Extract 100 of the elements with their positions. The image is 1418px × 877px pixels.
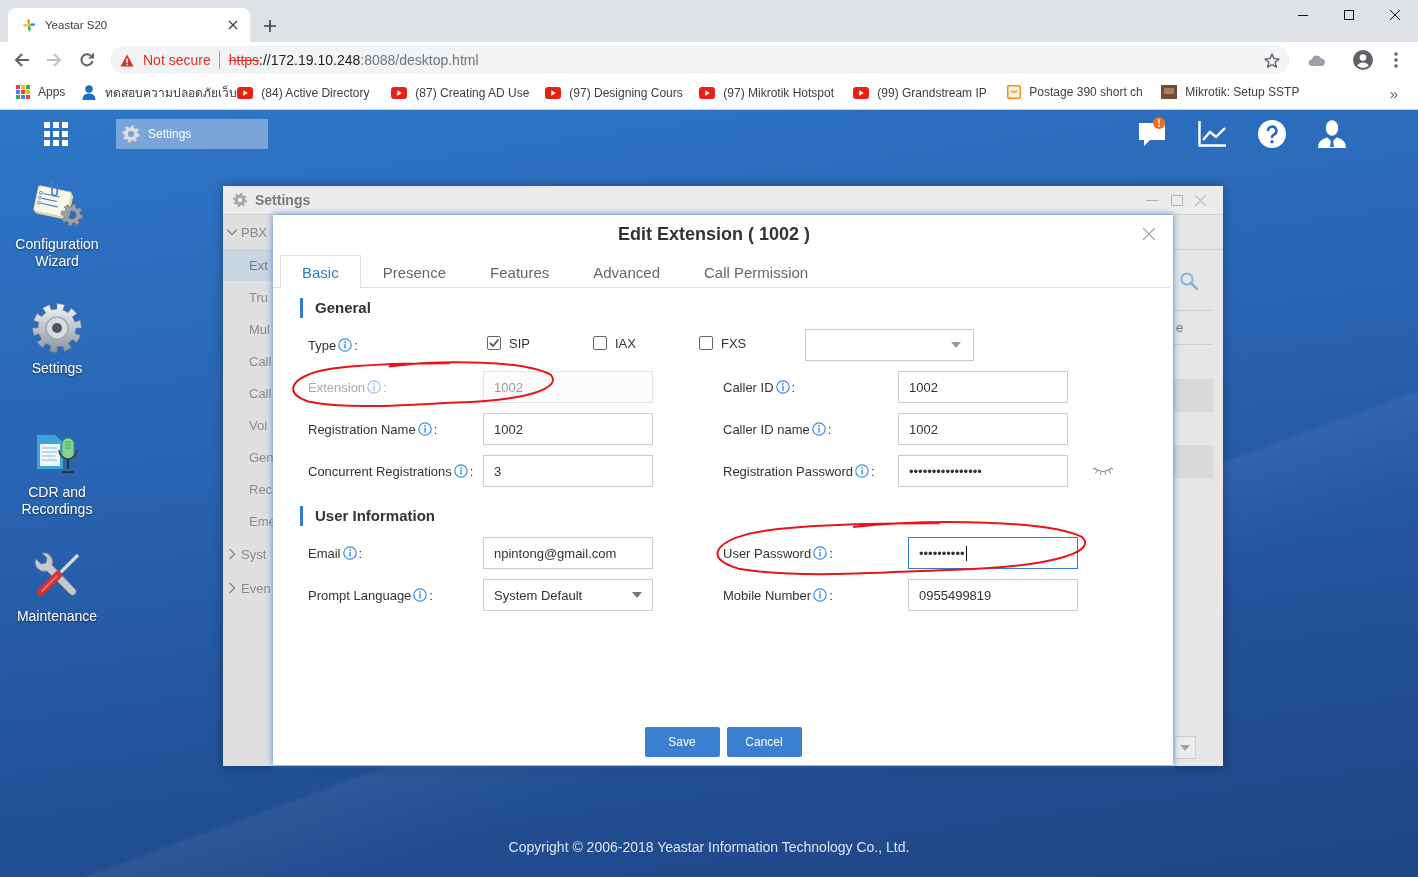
label-colon: : — [358, 545, 363, 561]
desktop-shortcut[interactable]: Configuration Wizard — [5, 176, 109, 270]
info-icon[interactable] — [417, 422, 432, 436]
label-colon: : — [354, 337, 358, 353]
apps-grid-icon — [16, 84, 30, 99]
tab[interactable]: Features — [468, 255, 572, 288]
person-icon — [81, 84, 98, 101]
tab[interactable]: Advanced — [571, 255, 682, 288]
field-label: Registration Password — [723, 463, 854, 479]
field-label: Caller ID — [723, 379, 774, 395]
label-colon: : — [829, 587, 833, 603]
bookmark-link[interactable]: (99) Grandstream IP — [853, 85, 987, 100]
action-button[interactable]: Cancel — [726, 727, 802, 757]
tab[interactable]: Call Permission — [682, 255, 831, 288]
info-icon[interactable] — [813, 588, 828, 602]
gear-icon — [122, 125, 140, 143]
address-bar[interactable]: Not secure https://172.19.10.248:8088/desktop.html — [110, 46, 1290, 74]
video-play-icon — [853, 86, 870, 99]
action-button[interactable]: Save — [644, 727, 720, 757]
field-label: Prompt Language — [308, 587, 412, 603]
checkbox-option[interactable]: IAX — [593, 335, 636, 351]
tab[interactable]: Presence — [360, 255, 469, 288]
account-icon[interactable] — [1353, 50, 1373, 70]
field-label: Extension — [308, 379, 366, 395]
bookmark-link[interactable]: (87) Creating AD Use — [391, 85, 530, 100]
star-icon[interactable] — [1264, 52, 1280, 68]
field-label: Mobile Number — [723, 587, 812, 603]
gear-icon — [32, 303, 82, 353]
field-label: Registration Name — [308, 421, 416, 437]
bookmark-link[interactable]: ทดสอบความปลอดภัยเว็บ — [81, 82, 238, 102]
video-play-icon — [237, 86, 254, 99]
forward-arrow-icon[interactable] — [46, 52, 62, 68]
dropdown-field[interactable]: System Default — [483, 579, 653, 611]
checkbox-option[interactable]: FXS — [699, 335, 747, 351]
dropdown-field[interactable] — [1174, 736, 1196, 759]
bookmark-link[interactable]: (97) Mikrotik Hotspot — [699, 85, 835, 100]
text-field[interactable]: 1002 — [898, 371, 1068, 403]
text-field[interactable]: npintong@gmail.com — [483, 537, 653, 569]
bookmark-link[interactable]: Apps — [16, 84, 66, 99]
tab[interactable]: Basic — [280, 255, 361, 288]
notepad-gear-icon — [30, 181, 84, 227]
desktop-shortcut[interactable]: CDR and Recordings — [5, 424, 109, 518]
cloud-icon[interactable] — [1308, 54, 1325, 66]
info-icon[interactable] — [338, 338, 353, 352]
maximize-icon[interactable] — [1344, 10, 1354, 20]
info-icon[interactable] — [367, 380, 382, 394]
line-chart-icon[interactable] — [1198, 121, 1226, 147]
field-label: User Password — [723, 545, 812, 561]
info-icon[interactable] — [813, 546, 828, 560]
plus-icon[interactable] — [264, 20, 276, 32]
minimize-icon[interactable] — [1298, 14, 1308, 16]
close-icon[interactable] — [228, 20, 238, 30]
bookmark-link[interactable]: Mikrotik: Setup SSTP — [1161, 84, 1300, 99]
bookmark-link[interactable]: (84) Active Directory — [237, 85, 370, 100]
desktop-shortcut[interactable]: Maintenance — [16, 548, 98, 625]
password-field[interactable]: •••••••••• — [908, 537, 1078, 569]
bookmark-link[interactable]: (97) Designing Cours — [545, 85, 683, 100]
section-heading: General — [300, 298, 371, 318]
field-label: Caller ID name — [723, 421, 810, 437]
box-icon — [1007, 84, 1022, 99]
back-arrow-icon[interactable] — [14, 52, 30, 68]
label-colon: : — [469, 463, 474, 479]
label-colon: : — [791, 379, 796, 395]
closed-eye-icon[interactable] — [1093, 467, 1113, 475]
table-row — [1173, 379, 1213, 412]
url-text: https://172.19.10.248:8088/desktop.html — [228, 52, 479, 68]
video-play-icon — [391, 86, 408, 99]
info-icon[interactable] — [453, 464, 468, 478]
window-title: Settings — [255, 192, 311, 208]
desktop-shortcut[interactable]: Settings — [31, 300, 83, 377]
user-icon[interactable] — [1318, 120, 1346, 148]
text-field[interactable]: 0955499819 — [908, 579, 1078, 611]
label-colon: : — [429, 587, 433, 603]
browser-tab[interactable]: Yeastar S20 — [8, 8, 250, 42]
info-icon[interactable] — [855, 464, 870, 478]
close-icon[interactable] — [1390, 10, 1400, 20]
info-icon[interactable] — [811, 422, 826, 436]
text-field[interactable]: 1002 — [898, 413, 1068, 445]
gear-icon — [233, 193, 247, 207]
text-field[interactable]: 1002 — [483, 413, 653, 445]
security-status-text[interactable]: Not secure — [143, 52, 211, 68]
info-icon[interactable] — [342, 546, 357, 560]
copyright-text: Copyright © 2006-2018 Yeastar Information Technology Co., Ltd. — [508, 839, 910, 855]
reload-icon[interactable] — [79, 52, 95, 68]
password-field[interactable]: •••••••••••••••• — [898, 455, 1068, 487]
label-colon: : — [871, 463, 875, 479]
caret-down-icon — [632, 592, 642, 598]
search-icon[interactable] — [1180, 272, 1198, 290]
checkbox-option[interactable]: SIP — [487, 335, 530, 351]
help-icon[interactable] — [1258, 120, 1286, 148]
section-heading: User Information — [300, 506, 435, 526]
dropdown-field[interactable] — [805, 329, 974, 361]
app-grid-icon[interactable] — [44, 122, 68, 146]
thumbnail-icon — [1161, 84, 1178, 99]
info-icon[interactable] — [775, 380, 790, 394]
more-bookmarks-button[interactable]: » — [1389, 85, 1398, 102]
info-icon[interactable] — [413, 588, 428, 602]
bookmark-link[interactable]: Postage 390 short ch — [1007, 84, 1143, 99]
menu-icon[interactable] — [1394, 52, 1398, 68]
text-field[interactable]: 3 — [483, 455, 653, 487]
